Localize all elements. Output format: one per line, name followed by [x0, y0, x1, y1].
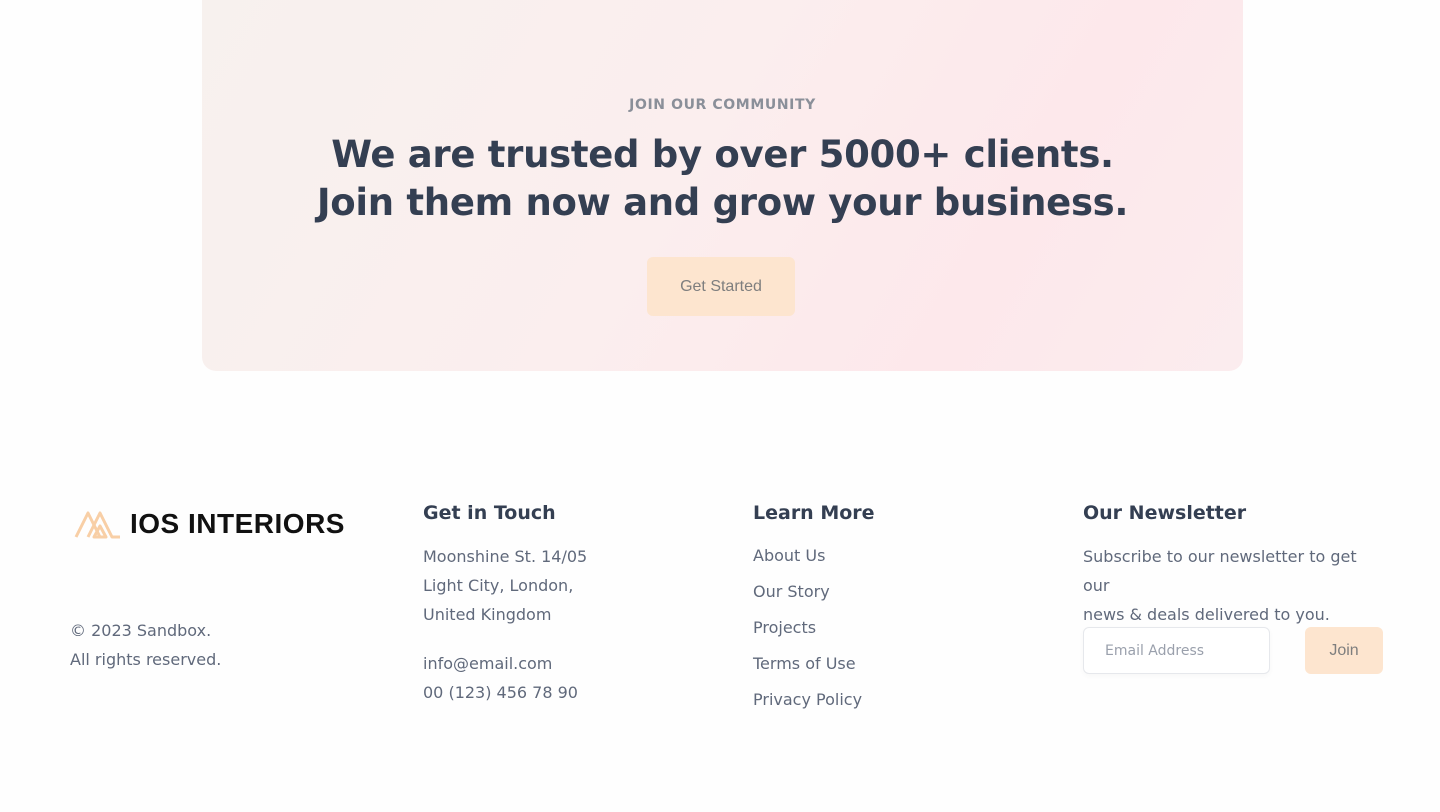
join-button[interactable]: Join: [1305, 627, 1383, 674]
contact-details: info@email.com 00 (123) 456 78 90: [423, 649, 587, 707]
link-privacy-policy[interactable]: Privacy Policy: [753, 682, 875, 718]
address: Moonshine St. 14/05 Light City, London, …: [423, 542, 587, 629]
cta-eyebrow: JOIN OUR COMMUNITY: [629, 97, 816, 113]
phone-number: 00 (123) 456 78 90: [423, 683, 578, 702]
link-our-story[interactable]: Our Story: [753, 574, 875, 610]
cta-title-line-2: Join them now and grow your business.: [316, 181, 1129, 224]
address-line-3: United Kingdom: [423, 605, 552, 624]
brand-logo[interactable]: IOS INTERIORS: [74, 508, 345, 540]
newsletter-description-line-2: news & deals delivered to you.: [1083, 605, 1330, 624]
address-line-2: Light City, London,: [423, 576, 574, 595]
cta-banner: JOIN OUR COMMUNITY We are trusted by ove…: [202, 0, 1243, 371]
link-projects[interactable]: Projects: [753, 610, 875, 646]
newsletter-column: Our Newsletter Subscribe to our newslett…: [1083, 502, 1383, 674]
copyright: © 2023 Sandbox. All rights reserved.: [70, 616, 221, 674]
copyright-line-2: All rights reserved.: [70, 650, 222, 669]
get-in-touch-column: Get in Touch Moonshine St. 14/05 Light C…: [423, 502, 587, 707]
copyright-line-1: © 2023 Sandbox.: [70, 621, 212, 640]
newsletter-description: Subscribe to our newsletter to get our n…: [1083, 542, 1383, 629]
cta-title-line-1: We are trusted by over 5000+ clients.: [331, 133, 1114, 176]
email-link[interactable]: info@email.com: [423, 649, 587, 678]
learn-more-column: Learn More About Us Our Story Projects T…: [753, 502, 875, 718]
get-in-touch-title: Get in Touch: [423, 502, 556, 524]
link-about-us[interactable]: About Us: [753, 538, 875, 574]
link-terms-of-use[interactable]: Terms of Use: [753, 646, 875, 682]
logo-mark-icon: [74, 511, 120, 539]
cta-title: We are trusted by over 5000+ clients. Jo…: [202, 131, 1243, 227]
learn-more-title: Learn More: [753, 502, 875, 524]
address-line-1: Moonshine St. 14/05: [423, 547, 588, 566]
email-address-input[interactable]: [1083, 627, 1270, 674]
newsletter-description-line-1: Subscribe to our newsletter to get our: [1083, 547, 1357, 595]
get-started-button[interactable]: Get Started: [647, 257, 795, 316]
newsletter-title: Our Newsletter: [1083, 502, 1247, 524]
brand-name: IOS INTERIORS: [130, 508, 345, 539]
